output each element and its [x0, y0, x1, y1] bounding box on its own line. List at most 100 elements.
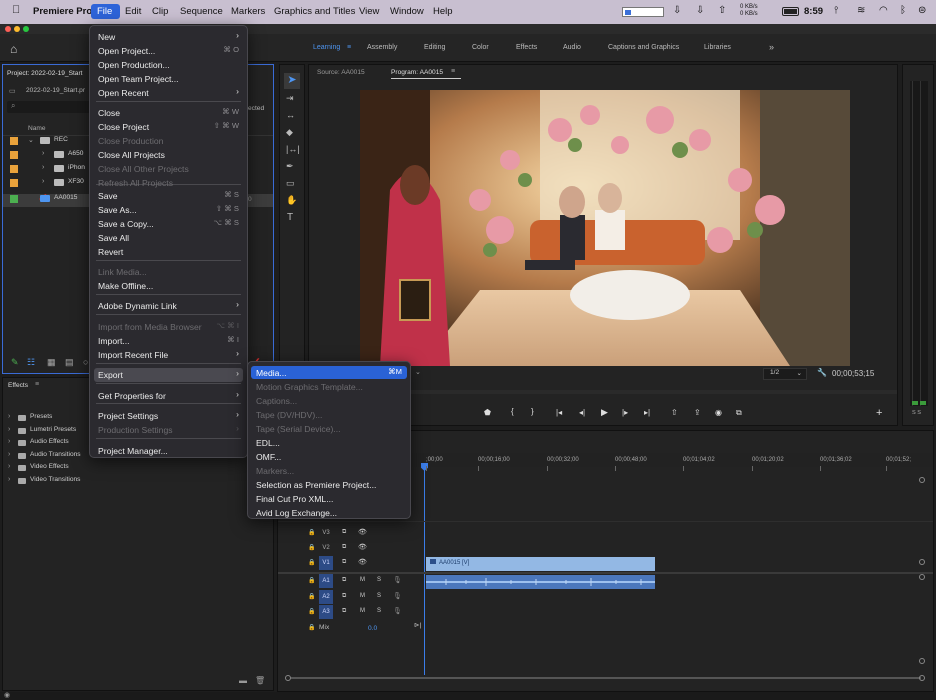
label-color-swatch[interactable] [10, 151, 18, 159]
step-back-icon[interactable]: ◂| [579, 408, 585, 417]
effects-folder-label[interactable]: Audio Transitions [30, 451, 81, 458]
sync-lock-icon[interactable]: ⧉ [342, 529, 346, 536]
effects-folder-label[interactable]: Audio Effects [30, 438, 69, 445]
video-audio-divider[interactable] [278, 572, 933, 574]
disclosure-chevron-icon[interactable]: › [42, 164, 44, 171]
file-menu-item-save-a-copy[interactable]: Save a Copy... [98, 217, 154, 231]
disclosure-chevron-icon[interactable]: › [8, 463, 10, 470]
mark-out-icon[interactable]: } [531, 407, 534, 416]
track-target-a3[interactable]: A3 [319, 605, 333, 619]
effects-folder-label[interactable]: Video Effects [30, 463, 69, 470]
solo-button[interactable]: S [377, 608, 381, 614]
playhead-line[interactable] [424, 465, 425, 675]
sync-lock-icon[interactable]: ⧉ [342, 593, 346, 600]
eq-icon[interactable]: ≋ [857, 5, 865, 16]
file-menu-item-new[interactable]: New [98, 30, 115, 44]
menu-help[interactable]: Help [433, 6, 453, 17]
file-menu-item-get-properties-for[interactable]: Get Properties for [98, 389, 166, 403]
control-center-icon[interactable]: ⊜ [918, 5, 926, 16]
voiceover-record-icon[interactable]: 🎙 [393, 576, 402, 584]
file-menu-item-save-all[interactable]: Save All [98, 231, 129, 245]
export-menu-item-media[interactable]: Media... [256, 366, 287, 380]
menu-view[interactable]: View [359, 6, 379, 17]
download-icon[interactable]: ⇩ [696, 5, 704, 16]
column-name-header[interactable]: Name [28, 125, 46, 132]
mic-icon[interactable]: ⇩ [673, 5, 681, 16]
video-scroll-bottom-handle[interactable] [919, 559, 925, 565]
pen-tool-icon[interactable]: ✒ [286, 161, 294, 172]
lift-icon[interactable]: ⇧ [671, 408, 678, 417]
home-icon[interactable]: ⌂ [10, 42, 17, 56]
control-icon[interactable]: ⫯ [834, 5, 838, 16]
menu-window[interactable]: Window [390, 6, 424, 17]
track-lock-icon[interactable]: 🔒 [308, 608, 315, 615]
freeform-view-icon[interactable]: ▤ [65, 357, 74, 368]
track-select-tool-icon[interactable]: ⇥ [286, 93, 294, 104]
menu-sequence[interactable]: Sequence [180, 6, 223, 17]
track-lock-icon[interactable]: 🔒 [308, 577, 315, 584]
track-target-v2[interactable]: V2 [319, 541, 333, 555]
file-menu-item-close-all-projects[interactable]: Close All Projects [98, 148, 165, 162]
voiceover-record-icon[interactable]: 🎙 [393, 607, 402, 615]
playhead-dropdown-icon[interactable]: ⌄ [415, 368, 421, 376]
mix-lock-icon[interactable]: 🔒 [308, 624, 315, 631]
button-editor-plus-icon[interactable]: + [876, 407, 882, 419]
bluetooth-icon[interactable]: ᛒ [900, 5, 906, 16]
more-workspaces-icon[interactable]: » [769, 42, 774, 52]
trash-icon[interactable]: 🗑 [255, 676, 265, 685]
project-item-name[interactable]: REC [54, 136, 68, 143]
workspace-effects[interactable]: Effects [516, 44, 537, 51]
disclosure-chevron-icon[interactable]: › [42, 178, 44, 185]
menu-file[interactable]: File [97, 6, 112, 17]
label-color-swatch[interactable] [10, 195, 18, 203]
slip-tool-icon[interactable]: |↔| [286, 144, 300, 154]
export-menu-item-edl[interactable]: EDL... [256, 436, 280, 450]
export-menu-item-avid-log-exchange[interactable]: Avid Log Exchange... [256, 506, 337, 520]
icon-view-icon[interactable]: ▦ [47, 357, 56, 368]
app-menu[interactable]: Premiere Pro [33, 6, 92, 17]
audio-scroll-top-handle[interactable] [919, 574, 925, 580]
file-menu-item-make-offline[interactable]: Make Offline... [98, 279, 153, 293]
program-timecode[interactable]: 00;00;53;15 [832, 369, 874, 378]
wifi-icon[interactable]: ◠ [879, 5, 888, 16]
sync-lock-icon[interactable]: ⧉ [342, 577, 346, 584]
add-marker-icon[interactable]: ⬟ [484, 408, 491, 417]
disclosure-chevron-icon[interactable]: › [8, 413, 10, 420]
resolution-select[interactable]: 1/2 ⌄ [763, 368, 807, 380]
solo-button[interactable]: S [377, 577, 381, 583]
workspace-assembly[interactable]: Assembly [367, 44, 397, 51]
timeline-horizontal-scrollbar[interactable] [285, 675, 925, 681]
menu-graphics-and-titles[interactable]: Graphics and Titles [274, 6, 355, 17]
track-lock-icon[interactable]: 🔒 [308, 529, 315, 536]
export-menu-item-omf[interactable]: OMF... [256, 450, 281, 464]
file-menu-item-open-team-project[interactable]: Open Team Project... [98, 72, 179, 86]
memory-meter-icon[interactable] [622, 7, 664, 17]
file-menu-item-save[interactable]: Save [98, 189, 118, 203]
disclosure-chevron-icon[interactable]: › [8, 451, 10, 458]
disclosure-chevron-icon[interactable]: › [42, 150, 44, 157]
voiceover-record-icon[interactable]: 🎙 [393, 592, 402, 600]
track-target-v3[interactable]: V3 [319, 526, 333, 540]
mix-end-icon[interactable]: ⊳| [414, 621, 421, 629]
workspace-audio[interactable]: Audio [563, 44, 581, 51]
workspace-captions-graphics[interactable]: Captions and Graphics [608, 44, 679, 51]
zoom-slider-icon[interactable]: ○ [83, 357, 88, 367]
disclosure-chevron-icon[interactable]: › [8, 426, 10, 433]
source-tab[interactable]: Source: AA0015 [317, 69, 365, 76]
effects-folder-label[interactable]: Lumetri Presets [30, 426, 76, 433]
ripple-edit-tool-icon[interactable]: ↔ [286, 110, 295, 120]
disclosure-chevron-icon[interactable]: › [8, 438, 10, 445]
play-icon[interactable]: ▶ [601, 407, 608, 418]
label-color-swatch[interactable] [10, 137, 18, 145]
mute-button[interactable]: M [360, 608, 365, 614]
comparison-view-icon[interactable]: ⧉ [736, 408, 742, 418]
effects-menu-icon[interactable]: ≡ [35, 381, 39, 388]
workspace-libraries[interactable]: Libraries [704, 44, 731, 51]
status-icon[interactable]: ◉ [4, 691, 10, 699]
step-forward-icon[interactable]: |▸ [622, 408, 628, 417]
file-menu-item-export[interactable]: Export [98, 368, 123, 382]
project-search-input[interactable]: ⌕ [7, 101, 97, 113]
go-to-out-icon[interactable]: ▸| [644, 408, 650, 417]
program-menu-icon[interactable]: ≡ [451, 68, 455, 75]
program-video-frame[interactable] [360, 90, 850, 366]
